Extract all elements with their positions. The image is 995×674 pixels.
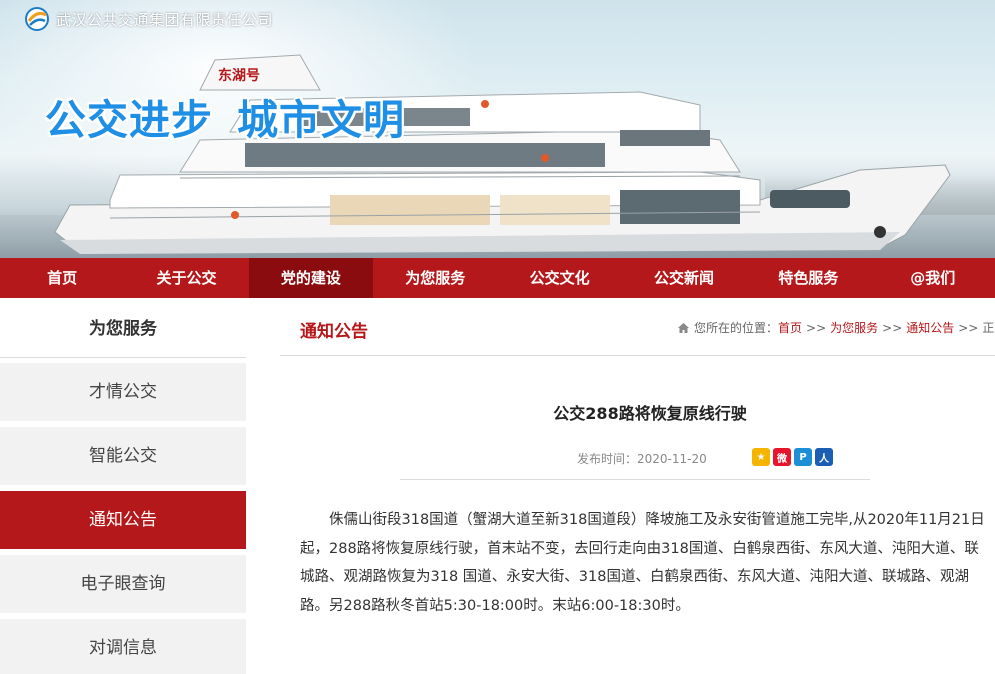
renren-icon[interactable]: 人: [815, 448, 833, 466]
breadcrumb-separator: >>: [958, 320, 979, 335]
article-body: 侏儒山街段318国道（蟹湖大道至新318国道段）降坡施工及永安街管道施工完毕,从…: [300, 512, 985, 614]
breadcrumb-notices-link[interactable]: 通知公告: [906, 319, 954, 336]
nav-item-services[interactable]: 为您服务: [373, 258, 497, 298]
banner-slogan: 公交进步 城市文明: [45, 86, 429, 146]
company-logo[interactable]: 武汉公共交通集团有限责任公司: [24, 6, 273, 32]
breadcrumb-current: 正文: [982, 321, 995, 335]
weibo-icon[interactable]: 微: [773, 448, 791, 466]
breadcrumb-services-link[interactable]: 为您服务: [830, 319, 878, 336]
breadcrumb-prefix: 您所在的位置：: [694, 321, 779, 335]
nav-item-news[interactable]: 公交新闻: [622, 258, 746, 298]
share-bar: ★ 微 P 人: [752, 448, 833, 466]
qzone-icon[interactable]: ★: [752, 448, 770, 466]
sidebar-item-notices[interactable]: 通知公告: [0, 491, 246, 549]
sidebar: 为您服务 才情公交 智能公交 通知公告 电子眼查询 对调信息: [0, 298, 246, 674]
nav-item-about[interactable]: 关于公交: [124, 258, 248, 298]
article-date: 发布时间：2020-11-20: [577, 452, 707, 466]
breadcrumb-separator: >>: [882, 320, 903, 335]
section-title: 通知公告: [300, 322, 368, 342]
header-banner: 东湖号 武汉公共交通集团有限责任公司 公交进步 城市文明: [0, 0, 995, 258]
nav-item-home[interactable]: 首页: [0, 258, 124, 298]
slogan-part-2: 城市文明: [237, 96, 405, 144]
nav-item-contact[interactable]: @我们: [871, 258, 995, 298]
sidebar-item-e-eye-query[interactable]: 电子眼查询: [0, 555, 246, 613]
nav-item-culture[interactable]: 公交文化: [498, 258, 622, 298]
company-name: 武汉公共交通集团有限责任公司: [56, 10, 274, 29]
main-nav: 首页 关于公交 党的建设 为您服务 公交文化 公交新闻 特色服务 @我们: [0, 258, 995, 298]
sidebar-title: 为您服务: [0, 298, 246, 358]
slogan-part-1: 公交进步: [45, 96, 213, 144]
main-content: 通知公告 您所在的位置： 首页 >> 为您服务 >> 通知公告 >> 正文 公交…: [280, 298, 995, 674]
sidebar-item-talent[interactable]: 才情公交: [0, 363, 246, 421]
nav-item-featured[interactable]: 特色服务: [746, 258, 870, 298]
breadcrumb-separator: >>: [806, 320, 827, 335]
home-icon: [678, 322, 689, 333]
tencent-weibo-icon[interactable]: P: [794, 448, 812, 466]
article-title: 公交288路将恢复原线行驶: [553, 404, 747, 423]
nav-item-party-building[interactable]: 党的建设: [248, 258, 374, 298]
breadcrumb: 您所在的位置： 首页 >> 为您服务 >> 通知公告 >> 正文: [677, 319, 995, 336]
sidebar-item-smart-bus[interactable]: 智能公交: [0, 427, 246, 485]
svg-text:东湖号: 东湖号: [218, 67, 260, 84]
article-meta: 发布时间：2020-11-20 ★ 微 P 人: [400, 444, 870, 480]
bus-logo-icon: [25, 7, 49, 31]
breadcrumb-home-link[interactable]: 首页: [778, 319, 802, 336]
section-header: 通知公告 您所在的位置： 首页 >> 为您服务 >> 通知公告 >> 正文: [280, 298, 995, 356]
sidebar-item-transfer-info[interactable]: 对调信息: [0, 619, 246, 674]
